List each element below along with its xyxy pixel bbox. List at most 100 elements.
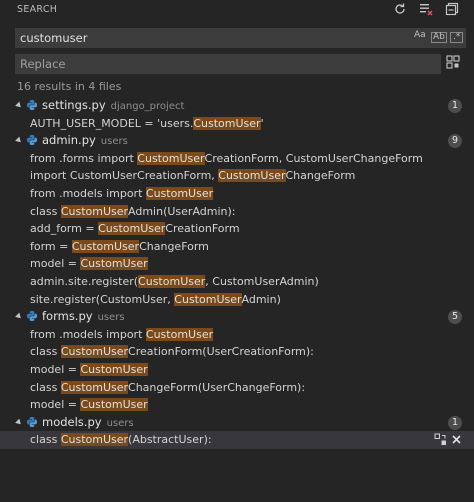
match-highlight: CustomUser <box>80 398 148 412</box>
match-text: import CustomUserCreationForm, CustomUse… <box>30 167 355 185</box>
match-suffix: CreationForm, CustomUserChangeForm <box>204 151 423 165</box>
search-input[interactable]: customuser Aa Ab .* <box>15 28 466 48</box>
match-result-row[interactable]: add_form = CustomUserCreationForm <box>0 220 474 238</box>
match-highlight: CustomUser <box>137 151 205 165</box>
match-highlight: CustomUser <box>60 433 129 447</box>
match-suffix: ChangeForm <box>285 169 356 183</box>
match-text: class CustomUserAdmin(UserAdmin): <box>30 203 236 221</box>
replace-placeholder: Replace <box>20 57 66 71</box>
match-highlight: CustomUser <box>193 116 261 130</box>
match-highlight: CustomUser <box>98 222 166 236</box>
regex-toggle[interactable]: .* <box>450 32 464 43</box>
python-file-icon <box>26 310 38 322</box>
match-prefix: model = <box>30 363 81 376</box>
file-name: settings.py django_project <box>42 97 184 116</box>
match-text: class CustomUserCreationForm(UserCreatio… <box>30 343 314 361</box>
match-result-row[interactable]: from .models import CustomUser <box>0 185 474 203</box>
match-result-row[interactable]: admin.site.register(CustomUser, CustomUs… <box>0 273 474 291</box>
match-text: from .forms import CustomUserCreationFor… <box>30 150 423 168</box>
match-suffix: , CustomUserAdmin) <box>205 275 319 288</box>
file-name-text: forms.py <box>42 309 93 324</box>
match-text: model = CustomUser <box>30 255 148 273</box>
match-suffix: ChangeForm(UserChangeForm): <box>128 380 306 394</box>
chevron-down-icon[interactable] <box>15 418 23 427</box>
match-text: AUTH_USER_MODEL = 'users.CustomUser' <box>30 115 264 133</box>
match-result-row[interactable]: AUTH_USER_MODEL = 'users.CustomUser' <box>0 115 474 133</box>
whole-word-toggle[interactable]: Ab <box>431 32 447 43</box>
match-prefix: add_form = <box>30 222 99 236</box>
match-prefix: from .forms import <box>30 151 138 165</box>
match-suffix: ' <box>260 116 264 130</box>
file-result-row[interactable]: admin.py users 9 <box>0 132 474 150</box>
collapse-all-icon[interactable] <box>445 2 459 16</box>
match-prefix: from .models import <box>30 327 146 341</box>
match-prefix: AUTH_USER_MODEL = 'users. <box>30 116 194 130</box>
chevron-down-icon[interactable] <box>15 101 23 110</box>
match-highlight: CustomUser <box>60 380 129 394</box>
match-text: model = CustomUser <box>30 396 148 414</box>
match-highlight: CustomUser <box>174 292 242 306</box>
replace-input[interactable]: Replace <box>15 54 441 74</box>
match-prefix: from .models import <box>30 187 146 200</box>
file-path: users <box>100 136 128 148</box>
file-name: admin.py users <box>42 132 128 151</box>
match-result-row[interactable]: class CustomUserCreationForm(UserCreatio… <box>0 343 474 361</box>
match-suffix: CreationForm(UserCreationForm): <box>128 345 314 359</box>
python-file-icon <box>26 416 38 428</box>
match-prefix: import CustomUserCreationForm, <box>30 169 219 183</box>
file-name-text: settings.py <box>42 98 106 112</box>
file-path: django_project <box>110 101 185 112</box>
file-name-text: models.py <box>42 414 102 429</box>
match-result-row[interactable]: form = CustomUserChangeForm <box>0 238 474 256</box>
clear-results-icon[interactable] <box>419 2 433 16</box>
match-count-badge: 1 <box>448 99 462 113</box>
chevron-down-icon[interactable] <box>15 136 23 145</box>
file-name: models.py users <box>42 414 134 433</box>
chevron-down-icon[interactable] <box>15 312 23 321</box>
match-result-row[interactable]: class CustomUserAdmin(UserAdmin): <box>0 203 474 221</box>
match-text: add_form = CustomUserCreationForm <box>30 220 240 238</box>
match-suffix: Admin(UserAdmin): <box>128 204 236 218</box>
match-text: model = CustomUser <box>30 361 148 379</box>
match-highlight: CustomUser <box>80 257 148 271</box>
file-path: users <box>97 312 125 324</box>
match-prefix: form = <box>30 239 72 253</box>
match-prefix: site.register(CustomUser, <box>30 292 175 306</box>
match-prefix: class <box>30 433 61 447</box>
match-count-badge: 9 <box>448 134 462 149</box>
match-count-badge: 1 <box>448 415 462 430</box>
file-result-row[interactable]: models.py users 1 <box>0 414 474 432</box>
replace-icon[interactable] <box>434 433 447 446</box>
match-result-row[interactable]: model = CustomUser <box>0 396 474 414</box>
match-result-row[interactable]: from .models import CustomUser <box>0 326 474 344</box>
replace-all-icon[interactable] <box>446 55 460 69</box>
match-highlight: CustomUser <box>80 363 148 376</box>
python-file-icon <box>26 99 38 111</box>
match-result-row[interactable]: site.register(CustomUser, CustomUserAdmi… <box>0 291 474 309</box>
match-prefix: class <box>30 204 61 218</box>
search-panel-header: SEARCH <box>0 0 474 22</box>
match-text: class CustomUserChangeForm(UserChangeFor… <box>30 379 305 397</box>
panel-title: SEARCH <box>17 4 58 15</box>
refresh-icon[interactable] <box>393 2 407 16</box>
match-result-row[interactable]: class CustomUserChangeForm(UserChangeFor… <box>0 379 474 397</box>
match-text: site.register(CustomUser, CustomUserAdmi… <box>30 291 281 309</box>
match-result-row[interactable]: model = CustomUser <box>0 255 474 273</box>
match-prefix: model = <box>30 398 81 412</box>
match-text: from .models import CustomUser <box>30 326 214 344</box>
match-result-row[interactable]: from .forms import CustomUserCreationFor… <box>0 150 474 168</box>
file-name-text: admin.py <box>42 133 96 148</box>
match-case-toggle[interactable]: Aa <box>414 30 426 40</box>
file-result-row[interactable]: forms.py users 5 <box>0 308 474 326</box>
dismiss-icon[interactable] <box>450 433 463 446</box>
match-result-row[interactable]: class CustomUser(AbstractUser): <box>0 431 474 449</box>
match-text: class CustomUser(AbstractUser): <box>30 431 212 449</box>
match-text: admin.site.register(CustomUser, CustomUs… <box>30 273 319 291</box>
file-result-row[interactable]: settings.py django_project 1 <box>0 97 474 115</box>
results-summary: 16 results in 4 files <box>17 80 122 93</box>
match-highlight: CustomUser <box>71 239 140 253</box>
match-result-row[interactable]: import CustomUserCreationForm, CustomUse… <box>0 167 474 185</box>
match-result-row[interactable]: model = CustomUser <box>0 361 474 379</box>
python-file-icon <box>26 134 38 146</box>
match-highlight: CustomUser <box>60 345 129 359</box>
